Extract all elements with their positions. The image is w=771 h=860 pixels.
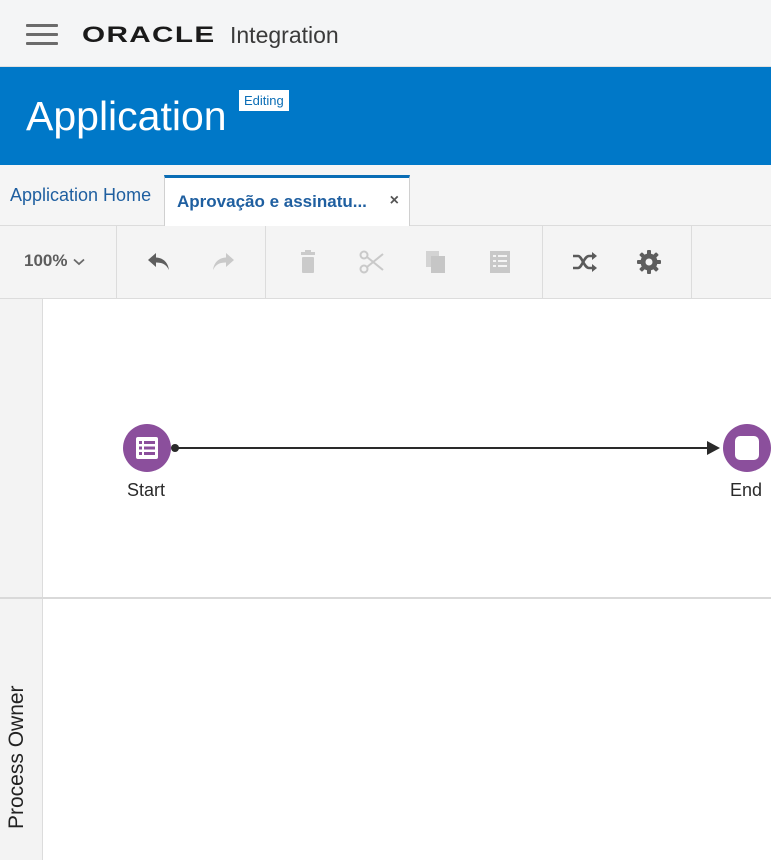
- application-header: Application Editing: [0, 67, 771, 165]
- hamburger-menu-icon[interactable]: [26, 24, 58, 46]
- toolbar: 100%: [0, 226, 771, 299]
- tab-process[interactable]: Aprovação e assinatu... ×: [164, 175, 410, 226]
- editing-badge: Editing: [239, 90, 289, 111]
- swimlane-label: Process Owner: [5, 685, 28, 829]
- start-label: Start: [127, 480, 166, 500]
- delete-icon[interactable]: [294, 248, 322, 276]
- oracle-logo: ORACLE: [82, 22, 216, 47]
- zoom-level: 100%: [24, 251, 68, 270]
- stop-icon: [735, 436, 759, 460]
- form-icon: [136, 437, 158, 459]
- redo-icon[interactable]: [209, 248, 237, 276]
- gear-icon[interactable]: [635, 248, 663, 276]
- process-canvas[interactable]: Process Owner Start End: [0, 299, 771, 860]
- zoom-dropdown[interactable]: 100%: [24, 251, 86, 271]
- page-title: Application: [26, 93, 227, 139]
- chevron-down-icon: [73, 258, 86, 265]
- tools-group: [543, 226, 692, 298]
- sequence-flow[interactable]: [0, 299, 771, 599]
- tab-application-home[interactable]: Application Home: [0, 165, 161, 225]
- end-event[interactable]: [723, 424, 771, 472]
- copy-icon[interactable]: [422, 248, 450, 276]
- close-tab-icon[interactable]: ×: [390, 192, 399, 210]
- product-name: Integration: [230, 22, 339, 48]
- tab-process-label: Aprovação e assinatu...: [177, 192, 367, 211]
- shuffle-icon[interactable]: [571, 248, 599, 276]
- end-label: End: [730, 480, 763, 500]
- history-group: [117, 226, 266, 298]
- zoom-group: 100%: [0, 226, 117, 298]
- top-bar: ORACLE Integration: [0, 0, 771, 67]
- paste-icon[interactable]: [486, 248, 514, 276]
- cut-icon[interactable]: [358, 248, 386, 276]
- edit-group: [266, 226, 543, 298]
- tab-bar: Application Home Aprovação e assinatu...…: [0, 165, 771, 226]
- undo-icon[interactable]: [145, 248, 173, 276]
- start-event[interactable]: [123, 424, 171, 472]
